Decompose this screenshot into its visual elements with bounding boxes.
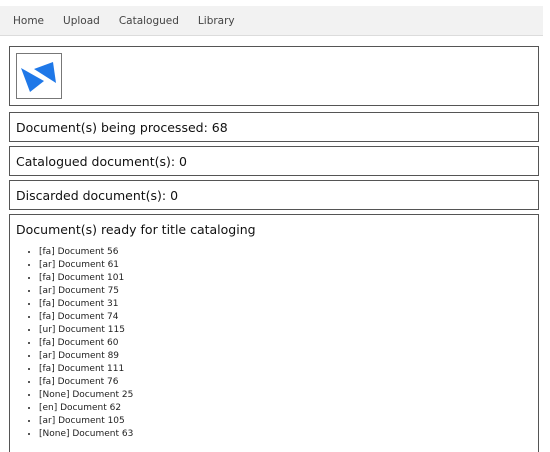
catalogued-panel: Catalogued document(s): 0 [9, 146, 539, 176]
nav-upload-link[interactable]: Upload [56, 15, 107, 27]
list-item[interactable]: [fa] Document 60 [39, 337, 538, 350]
list-item[interactable]: [fa] Document 111 [39, 363, 538, 376]
page: Home Upload Catalogued Library Document(… [0, 0, 550, 452]
list-item[interactable]: [None] Document 63 [39, 428, 538, 441]
top-navbar: Home Upload Catalogued Library [0, 6, 543, 36]
catalogued-count-text: Catalogued document(s): 0 [16, 153, 187, 169]
list-item[interactable]: [None] Document 25 [39, 389, 538, 402]
discarded-panel: Discarded document(s): 0 [9, 180, 539, 210]
list-item[interactable]: [fa] Document 76 [39, 376, 538, 389]
discarded-count-text: Discarded document(s): 0 [16, 187, 179, 203]
processing-panel: Document(s) being processed: 68 [9, 112, 539, 142]
ready-documents-panel: Document(s) ready for title cataloging [… [9, 214, 539, 452]
list-item[interactable]: [ar] Document 75 [39, 285, 538, 298]
blue-logo-icon [21, 62, 56, 92]
nav-catalogued-link[interactable]: Catalogued [112, 15, 186, 27]
list-item[interactable]: [fa] Document 74 [39, 311, 538, 324]
nav-home-link[interactable]: Home [6, 15, 51, 27]
ready-documents-list: [fa] Document 56[ar] Document 61[fa] Doc… [16, 246, 538, 441]
ready-documents-title: Document(s) ready for title cataloging [16, 222, 256, 237]
list-item[interactable]: [en] Document 62 [39, 402, 538, 415]
logo [16, 53, 62, 99]
list-item[interactable]: [ur] Document 115 [39, 324, 538, 337]
list-item[interactable]: [fa] Document 56 [39, 246, 538, 259]
processing-count-text: Document(s) being processed: 68 [16, 119, 228, 135]
list-item[interactable]: [ar] Document 105 [39, 415, 538, 428]
list-item[interactable]: [fa] Document 101 [39, 272, 538, 285]
list-item[interactable]: [ar] Document 89 [39, 350, 538, 363]
list-item[interactable]: [ar] Document 61 [39, 259, 538, 272]
list-item[interactable]: [fa] Document 31 [39, 298, 538, 311]
logo-panel [9, 46, 539, 106]
nav-library-link[interactable]: Library [191, 15, 242, 27]
